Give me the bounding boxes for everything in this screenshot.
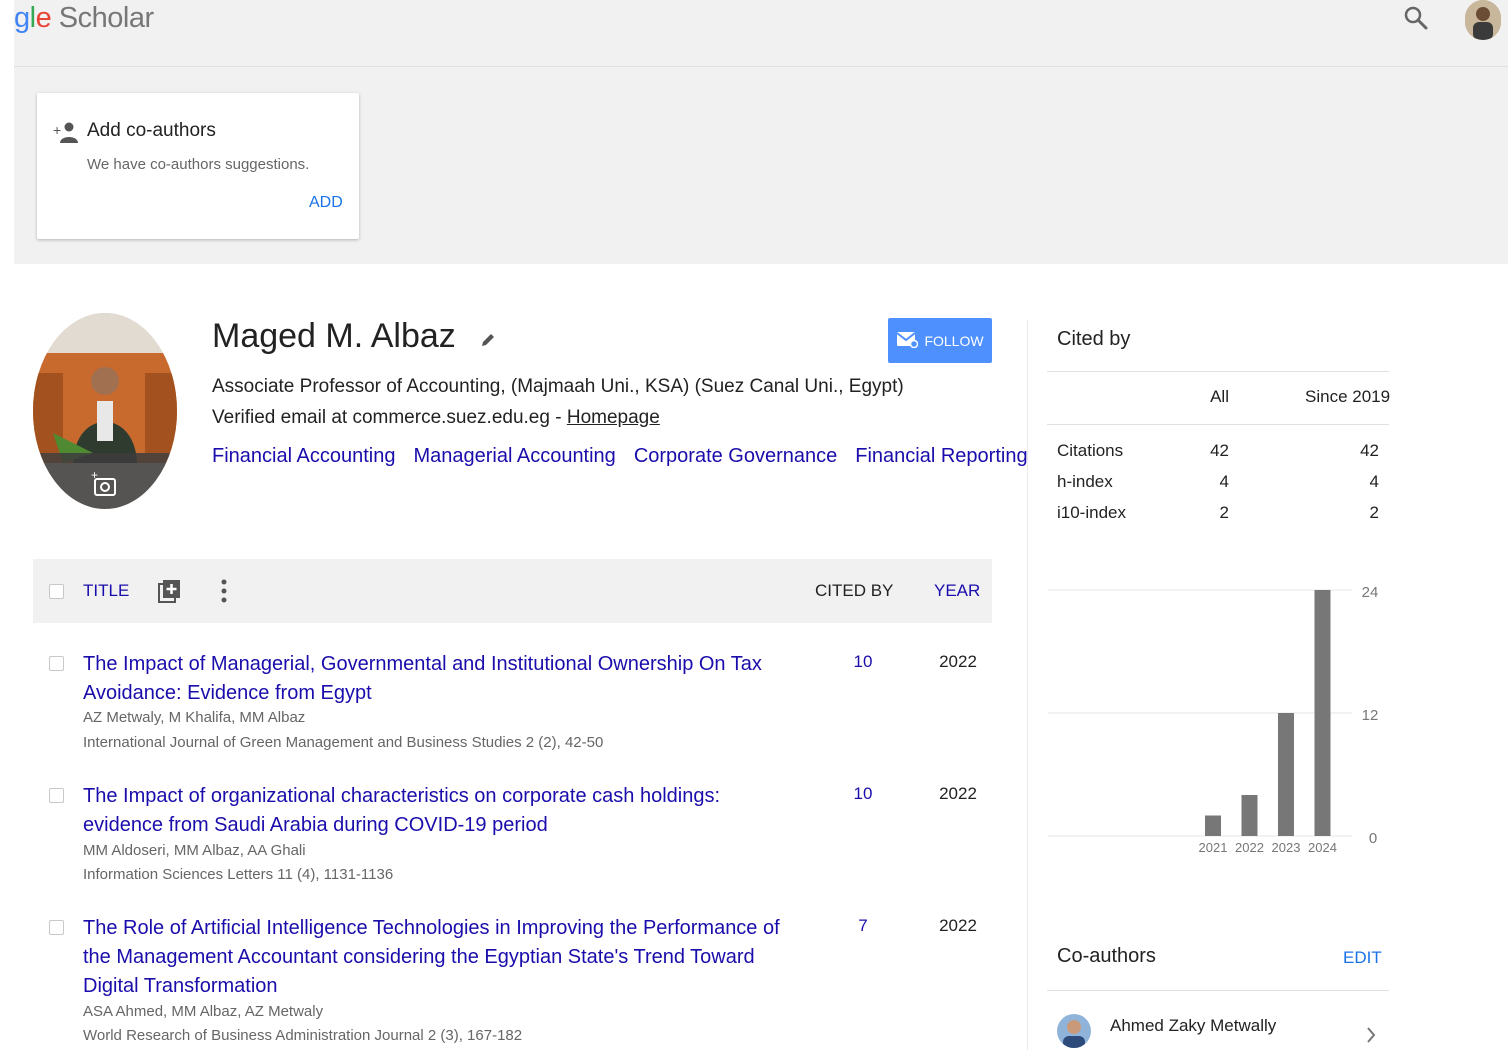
search-icon[interactable]: [1402, 4, 1432, 34]
cited-by-count[interactable]: 10: [833, 784, 893, 804]
profile-name-text: Maged M. Albaz: [212, 317, 456, 355]
edit-coauthors-button[interactable]: EDIT: [1343, 948, 1382, 968]
title-sort-header[interactable]: TITLE: [83, 581, 129, 601]
x-tick-label: 2023: [1272, 840, 1301, 855]
cited-by-header[interactable]: CITED BY: [815, 581, 893, 601]
year-sort-header[interactable]: YEAR: [934, 581, 980, 601]
research-interests: Financial Accounting Managerial Accountin…: [212, 445, 1046, 468]
article-authors: AZ Metwaly, M Khalifa, MM Albaz: [83, 709, 306, 726]
verified-email: Verified email at commerce.suez.edu.eg -…: [212, 407, 660, 429]
coauthors-title: Co-authors: [1057, 945, 1156, 967]
divider: [1047, 990, 1389, 991]
stat-since-citations: 42: [1360, 441, 1379, 460]
article-year: 2022: [939, 916, 977, 935]
logo-letter-g: g: [14, 2, 30, 34]
divider: [1047, 371, 1389, 372]
edit-pencil-icon[interactable]: [479, 319, 497, 358]
y-tick-label: 0: [1369, 830, 1377, 847]
svg-text:+: +: [53, 122, 61, 138]
column-divider: [1027, 320, 1028, 1050]
col-since-header: Since 2019: [1305, 387, 1391, 406]
follow-mail-icon: [896, 330, 919, 351]
more-options-icon[interactable]: [219, 578, 229, 609]
card-title: Add co-authors: [87, 120, 216, 141]
articles-table-header: TITLE CITED BY YEAR: [33, 559, 992, 623]
homepage-link[interactable]: Homepage: [567, 407, 660, 428]
cited-by-title: Cited by: [1057, 328, 1131, 350]
article-year: 2022: [939, 652, 977, 671]
logo-text: Scholar: [51, 2, 154, 34]
article-venue: Information Sciences Letters 11 (4), 113…: [83, 866, 394, 883]
x-tick-label: 2022: [1235, 840, 1264, 855]
coauthor-name: Ahmed Zaky Metwally: [1110, 1016, 1277, 1035]
interest-link[interactable]: Financial Accounting: [212, 445, 395, 467]
stat-label-i10-index: i10-index: [1057, 503, 1126, 522]
email-text: Verified email at commerce.suez.edu.eg -: [212, 407, 567, 428]
article-authors: MM Aldoseri, MM Albaz, AA Ghali: [83, 842, 306, 859]
cited-by-count[interactable]: 7: [833, 916, 893, 936]
x-tick-label: 2024: [1308, 840, 1337, 855]
coauthor-avatar: [1057, 1014, 1091, 1048]
follow-button[interactable]: FOLLOW: [888, 318, 992, 363]
account-avatar[interactable]: [1465, 0, 1501, 40]
add-person-icon: +: [53, 121, 79, 150]
profile-name: Maged M. Albaz: [212, 317, 497, 358]
bar-2022[interactable]: [1241, 795, 1258, 836]
stat-all-i10-index: 2: [1219, 503, 1229, 522]
stat-since-h-index: 4: [1369, 472, 1379, 491]
chevron-right-icon: [1365, 1026, 1377, 1049]
y-tick-label: 24: [1362, 584, 1379, 601]
stat-label-h-index: h-index: [1057, 472, 1113, 491]
camera-icon[interactable]: +: [91, 468, 119, 504]
stat-since-i10-index: 2: [1369, 503, 1379, 522]
logo-letter-e: e: [35, 2, 52, 34]
row-checkbox[interactable]: [49, 788, 64, 803]
interest-link[interactable]: Managerial Accounting: [413, 445, 615, 467]
affiliation: Associate Professor of Accounting, (Majm…: [212, 376, 904, 397]
col-all-header: All: [1210, 387, 1229, 406]
stat-all-h-index: 4: [1219, 472, 1229, 491]
add-coauthors-card: + Add co-authors We have co-authors sugg…: [37, 93, 359, 239]
row-checkbox[interactable]: [49, 920, 64, 935]
bar-2023[interactable]: [1278, 713, 1294, 836]
merge-articles-icon[interactable]: [158, 578, 182, 609]
row-checkbox[interactable]: [49, 656, 64, 671]
card-subtitle: We have co-authors suggestions.: [87, 156, 310, 173]
scholar-logo[interactable]: gle Scholar: [14, 2, 154, 35]
table-row: The Impact of Managerial, Governmental a…: [33, 650, 992, 760]
interest-link[interactable]: Corporate Governance: [634, 445, 837, 467]
article-title-link[interactable]: The Impact of Managerial, Governmental a…: [83, 650, 803, 708]
table-row: The Role of Artificial Intelligence Tech…: [33, 914, 992, 1050]
stat-label-citations: Citations: [1057, 441, 1124, 460]
stat-all-citations: 42: [1210, 441, 1229, 460]
article-title-link[interactable]: The Role of Artificial Intelligence Tech…: [83, 914, 803, 1001]
table-row: The Impact of organizational characteris…: [33, 782, 992, 892]
citations-bar-chart: 24 12 0 2021 2022 2023 2024: [1048, 584, 1379, 855]
article-venue: International Journal of Green Managemen…: [83, 734, 604, 751]
x-tick-label: 2021: [1199, 840, 1228, 855]
profile-photo[interactable]: +: [33, 313, 177, 509]
top-bar: gle Scholar: [14, 0, 1508, 67]
follow-label: FOLLOW: [924, 332, 984, 349]
y-tick-label: 12: [1362, 707, 1379, 724]
divider: [1047, 424, 1389, 425]
article-title-link[interactable]: The Impact of organizational characteris…: [83, 782, 803, 840]
bar-2021[interactable]: [1205, 815, 1221, 837]
coauthor-item[interactable]: Ahmed Zaky Metwally: [1047, 1006, 1389, 1050]
select-all-checkbox[interactable]: [49, 584, 64, 599]
article-authors: ASA Ahmed, MM Albaz, AZ Metwaly: [83, 1003, 324, 1020]
bar-2024[interactable]: [1314, 590, 1331, 836]
article-year: 2022: [939, 784, 977, 803]
article-venue: World Research of Business Administratio…: [83, 1027, 523, 1044]
cited-by-count[interactable]: 10: [833, 652, 893, 672]
add-button[interactable]: ADD: [309, 194, 343, 212]
interest-link[interactable]: Financial Reporting: [855, 445, 1027, 467]
